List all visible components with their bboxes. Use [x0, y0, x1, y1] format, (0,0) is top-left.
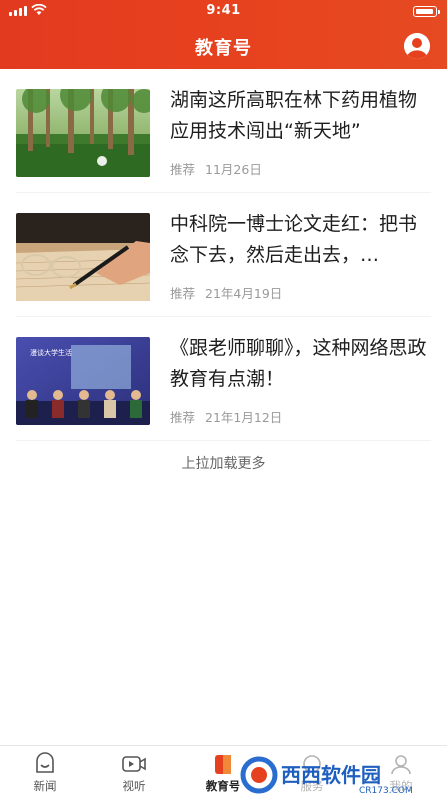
article-thumbnail-forest[interactable] — [16, 89, 150, 177]
article-meta: 推荐 21年4月19日 — [170, 283, 282, 302]
article-meta: 推荐 11月26日 — [170, 159, 262, 178]
app-header: 9:41 教育号 — [0, 0, 447, 69]
article-item[interactable]: 湖南这所高职在林下药用植物应用技术闯出“新天地” 推荐 11月26日 — [16, 69, 431, 193]
tab-label: 新闻 — [33, 779, 57, 793]
article-tag: 推荐 — [170, 286, 196, 301]
article-thumbnail-studio[interactable]: 漫谈大学生活 — [16, 337, 150, 425]
article-item[interactable]: 中科院一博士论文走红：把书念下去，然后走出去，… 推荐 21年4月19日 — [16, 193, 431, 317]
article-title[interactable]: 湖南这所高职在林下药用植物应用技术闯出“新天地” — [170, 85, 430, 147]
page-title: 教育号 — [195, 38, 252, 59]
article-thumbnail-writing[interactable] — [16, 213, 150, 301]
article-date: 21年4月19日 — [205, 286, 283, 301]
status-bar: 9:41 — [0, 0, 447, 22]
user-icon — [404, 33, 430, 59]
user-avatar-button[interactable] — [404, 33, 430, 59]
watermark-url: CR173.COM — [359, 786, 413, 796]
article-date: 21年1月12日 — [205, 410, 283, 425]
article-tag: 推荐 — [170, 162, 196, 177]
tab-label: 视听 — [122, 779, 146, 793]
video-icon — [122, 756, 146, 772]
education-icon — [215, 755, 231, 774]
article-date: 11月26日 — [205, 162, 262, 177]
thumbnail-caption: 漫谈大学生活 — [30, 348, 72, 357]
battery-icon — [413, 6, 440, 17]
status-time: 9:41 — [206, 3, 241, 18]
site-watermark: 西西软件园 CR173.COM — [239, 754, 439, 796]
tab-video[interactable]: 视听 — [99, 749, 169, 794]
article-meta: 推荐 21年1月12日 — [170, 407, 282, 426]
article-title[interactable]: 中科院一博士论文走红：把书念下去，然后走出去，… — [170, 209, 430, 271]
watermark-brand: 西西软件园 — [281, 763, 381, 787]
article-title[interactable]: 《跟老师聊聊》，这种网络思政教育有点潮！ — [170, 333, 430, 395]
load-more-hint: 上拉加载更多 — [181, 456, 266, 472]
tab-label: 教育号 — [205, 779, 241, 793]
article-item[interactable]: 漫谈大学生活 《跟老师聊聊》，这种网络思政教育有点潮！ 推荐 21年1月12日 — [16, 317, 431, 441]
article-tag: 推荐 — [170, 410, 196, 425]
tab-news[interactable]: 新闻 — [10, 749, 80, 794]
news-icon — [36, 752, 54, 773]
article-list: 湖南这所高职在林下药用植物应用技术闯出“新天地” 推荐 11月26日 中科院一博… — [0, 69, 447, 441]
